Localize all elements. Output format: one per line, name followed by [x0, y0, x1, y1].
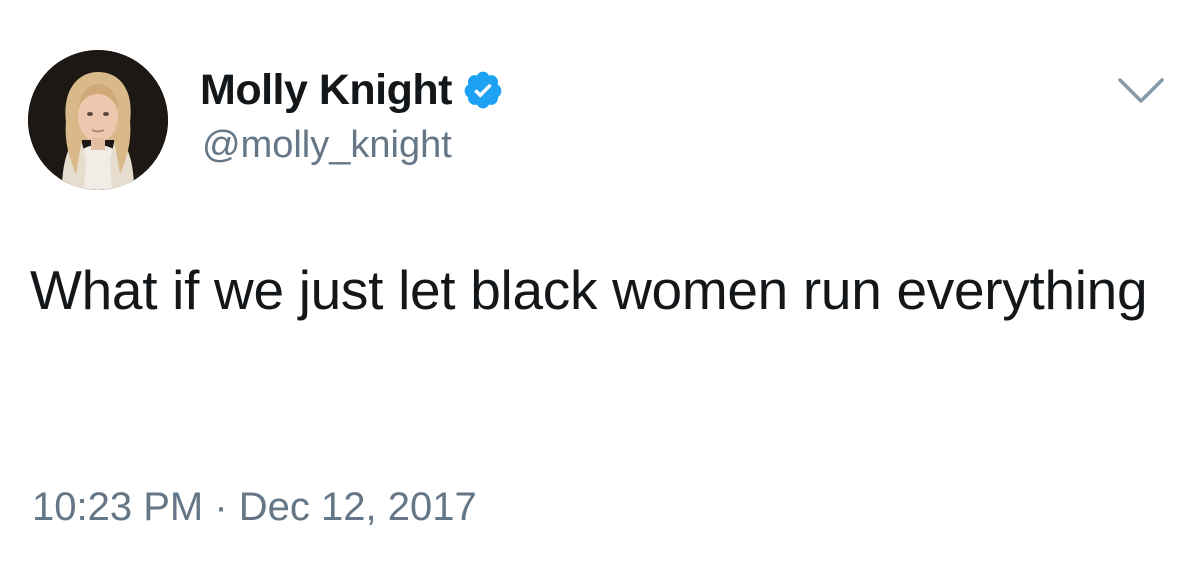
- display-name[interactable]: Molly Knight: [200, 66, 452, 115]
- chevron-down-icon[interactable]: [1116, 76, 1166, 106]
- tweet-text: What if we just let black women run ever…: [30, 259, 1148, 321]
- profile-photo-icon: [28, 50, 168, 190]
- tweet-card: Molly Knight @molly_knight What if we ju…: [0, 0, 1200, 578]
- name-row: Molly Knight: [200, 62, 504, 118]
- tweet-timestamp[interactable]: 10:23 PM · Dec 12, 2017: [32, 485, 477, 530]
- user-handle[interactable]: @molly_knight: [202, 124, 452, 167]
- verified-badge-icon: [462, 69, 504, 111]
- avatar[interactable]: [28, 50, 168, 190]
